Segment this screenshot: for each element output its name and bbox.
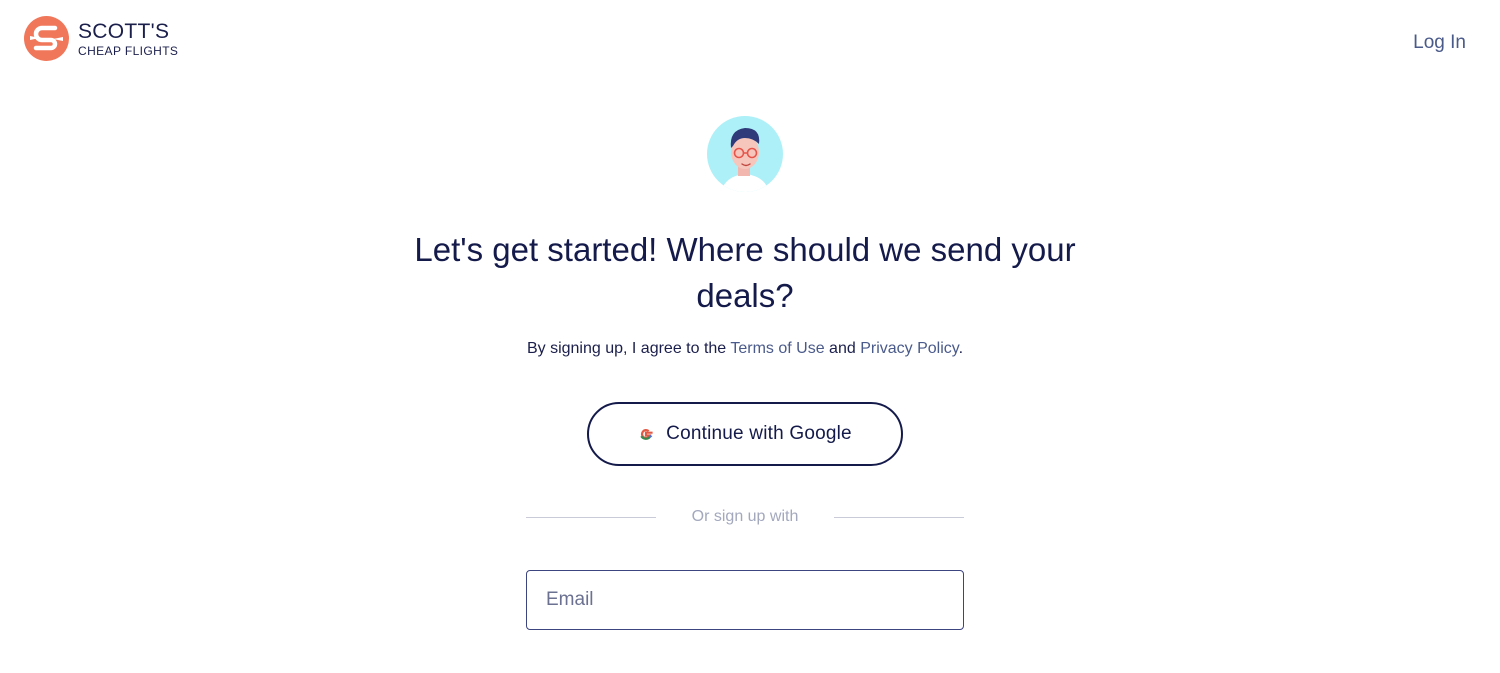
page-title-line-2: deals? (696, 277, 794, 314)
terms-prefix: By signing up, I agree to the (526, 340, 731, 357)
privacy-policy-link[interactable]: Privacy Policy (860, 340, 958, 357)
google-g-icon (640, 429, 653, 440)
terms-notice: By signing up, I agree to the Terms of U… (345, 340, 1145, 358)
brand-wordmark: SCOTT'S CHEAP FLIGHTS (78, 21, 178, 57)
email-field[interactable] (526, 570, 964, 630)
login-link[interactable]: Log In (1413, 32, 1466, 54)
page-title-line-1: Let's get started! Where should we send … (414, 231, 1076, 268)
google-button-label: Continue with Google (666, 423, 852, 444)
continue-with-google-button[interactable]: Continue with Google (587, 402, 903, 466)
terms-suffix: . (958, 340, 964, 357)
divider-line-right (834, 517, 964, 518)
or-divider: Or sign up with (526, 506, 964, 528)
brand-subtitle: CHEAP FLIGHTS (78, 43, 179, 58)
signup-page: SCOTT'S CHEAP FLIGHTS Log In Let's get s… (0, 0, 1500, 673)
terms-and: and (824, 340, 861, 357)
plane-s-logo-icon (24, 16, 69, 61)
brand-title: SCOTT'S (78, 19, 170, 43)
terms-of-use-link[interactable]: Terms of Use (730, 340, 824, 357)
page-title: Let's get started! Where should we send … (345, 227, 1145, 319)
scott-avatar-illustration (707, 116, 783, 192)
brand-logo[interactable]: SCOTT'S CHEAP FLIGHTS (24, 16, 178, 61)
